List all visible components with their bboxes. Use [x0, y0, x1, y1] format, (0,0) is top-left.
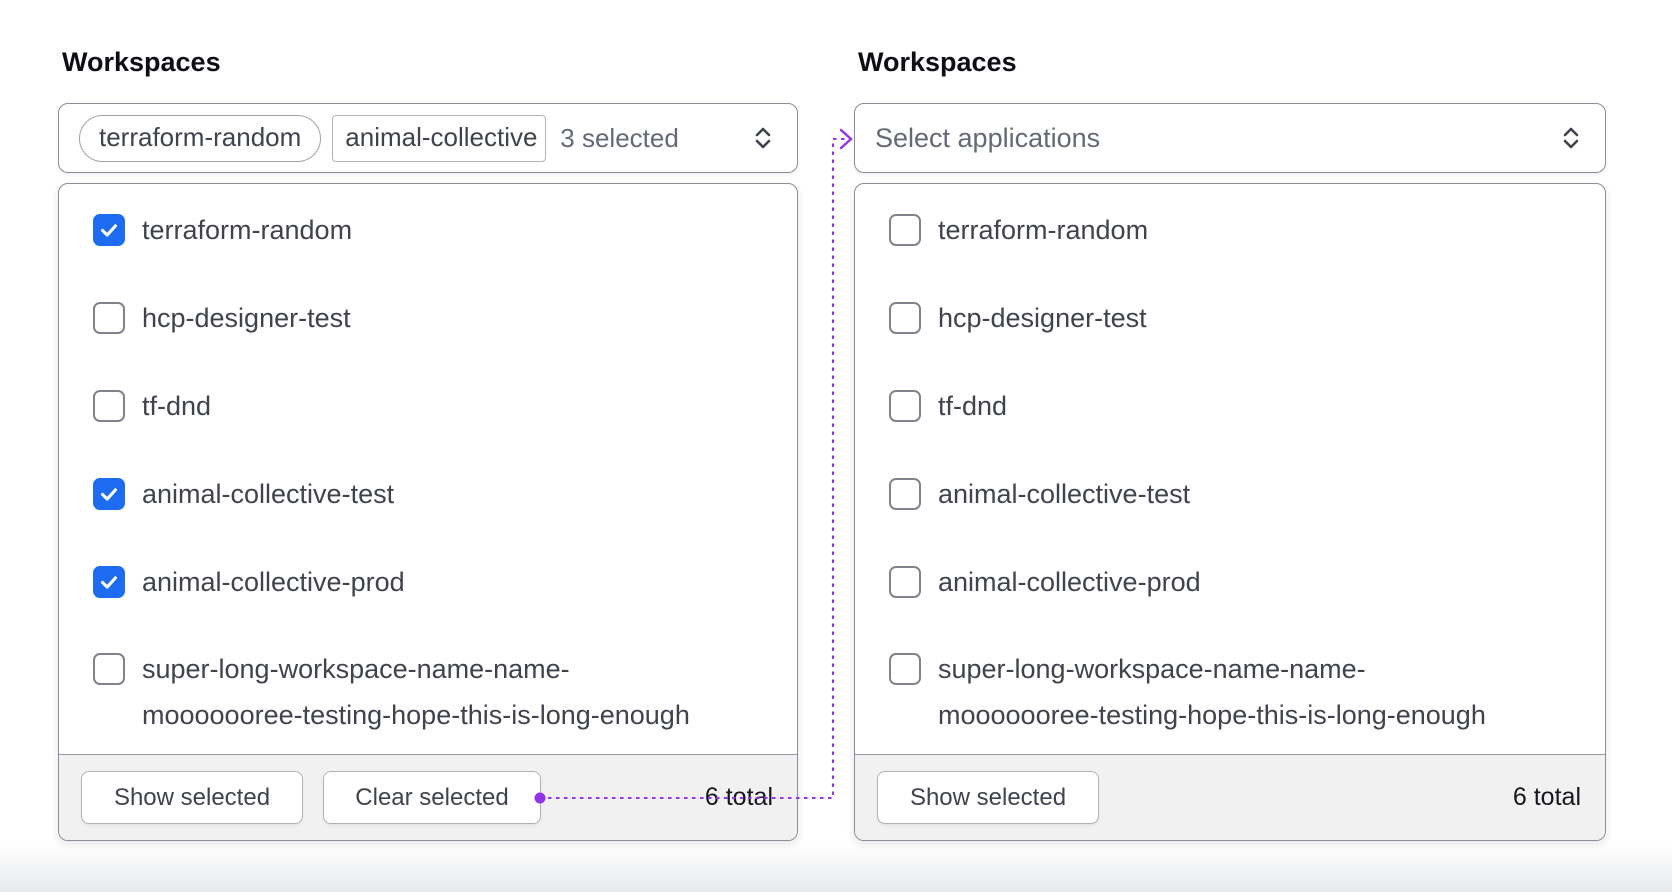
annotation-arrowhead-icon: [839, 128, 853, 150]
option-checkbox[interactable]: [93, 390, 125, 422]
option-checkbox[interactable]: [889, 390, 921, 422]
option-label: animal-collective-prod: [142, 567, 405, 597]
workspaces-multiselect-right: Workspaces Select applications terraform…: [854, 0, 1606, 892]
option-label: tf-dnd: [938, 391, 1008, 421]
checkmark-icon: [101, 224, 117, 237]
option-label: animal-collective-test: [142, 479, 395, 509]
multiselect-trigger[interactable]: terraform-random animal-collective 3 sel…: [58, 103, 798, 173]
option-row[interactable]: terraform-random: [59, 186, 797, 274]
option-label: animal-collective-test: [938, 479, 1191, 509]
options-listbox: terraform-random hcp-designer-test tf-dn…: [58, 183, 798, 841]
trigger-placeholder: Select applications: [875, 122, 1101, 153]
option-label: super-long-workspace-name-name-moooooore…: [142, 654, 690, 730]
option-label: tf-dnd: [142, 391, 212, 421]
option-label: terraform-random: [938, 215, 1149, 245]
option-row[interactable]: animal-collective-prod: [59, 538, 797, 626]
option-label: animal-collective-prod: [938, 567, 1201, 597]
selected-tag-truncated: animal-collective: [332, 114, 547, 162]
option-row[interactable]: hcp-designer-test: [855, 274, 1605, 362]
checkmark-icon: [101, 488, 117, 501]
option-checkbox[interactable]: [93, 478, 125, 510]
option-label: hcp-designer-test: [142, 303, 351, 333]
screenshot-canvas: Workspaces terraform-random animal-colle…: [0, 0, 1672, 892]
clear-selected-button[interactable]: Clear selected: [323, 771, 541, 824]
option-checkbox[interactable]: [93, 566, 125, 598]
option-checkbox[interactable]: [93, 653, 125, 685]
options-list: terraform-random hcp-designer-test tf-dn…: [59, 184, 797, 754]
option-row[interactable]: terraform-random: [855, 186, 1605, 274]
option-label: super-long-workspace-name-name-moooooore…: [938, 654, 1486, 730]
field-label: Workspaces: [62, 47, 221, 77]
option-checkbox[interactable]: [889, 653, 921, 685]
show-selected-button[interactable]: Show selected: [81, 771, 303, 824]
unfold-chevron-icon: [1557, 123, 1585, 153]
option-label: terraform-random: [142, 215, 353, 245]
option-row[interactable]: animal-collective-prod: [855, 538, 1605, 626]
option-row[interactable]: animal-collective-test: [59, 450, 797, 538]
workspaces-multiselect-left: Workspaces terraform-random animal-colle…: [58, 0, 798, 892]
listbox-footer: Show selected Clear selected 6 total: [59, 754, 797, 840]
total-count: 6 total: [704, 783, 773, 811]
option-row[interactable]: tf-dnd: [855, 362, 1605, 450]
page-bottom-gradient: [0, 845, 1672, 892]
option-checkbox[interactable]: [93, 214, 125, 246]
option-checkbox[interactable]: [889, 214, 921, 246]
show-selected-button[interactable]: Show selected: [877, 771, 1099, 824]
selected-tag: terraform-random: [79, 114, 322, 162]
option-checkbox[interactable]: [889, 302, 921, 334]
selected-count: 3 selected: [560, 122, 679, 153]
field-label: Workspaces: [858, 47, 1017, 77]
option-checkbox[interactable]: [889, 478, 921, 510]
options-list: terraform-random hcp-designer-test tf-dn…: [855, 184, 1605, 754]
options-listbox: terraform-random hcp-designer-test tf-dn…: [854, 183, 1606, 841]
option-row[interactable]: super-long-workspace-name-name-moooooore…: [59, 626, 797, 738]
option-row[interactable]: super-long-workspace-name-name-moooooore…: [855, 626, 1605, 738]
listbox-footer: Show selected 6 total: [855, 754, 1605, 840]
option-row[interactable]: animal-collective-test: [855, 450, 1605, 538]
option-row[interactable]: hcp-designer-test: [59, 274, 797, 362]
option-row[interactable]: tf-dnd: [59, 362, 797, 450]
checkmark-icon: [101, 576, 117, 589]
unfold-chevron-icon: [749, 123, 777, 153]
option-label: hcp-designer-test: [938, 303, 1147, 333]
multiselect-trigger[interactable]: Select applications: [854, 103, 1606, 173]
total-count: 6 total: [1512, 783, 1581, 811]
option-checkbox[interactable]: [93, 302, 125, 334]
option-checkbox[interactable]: [889, 566, 921, 598]
